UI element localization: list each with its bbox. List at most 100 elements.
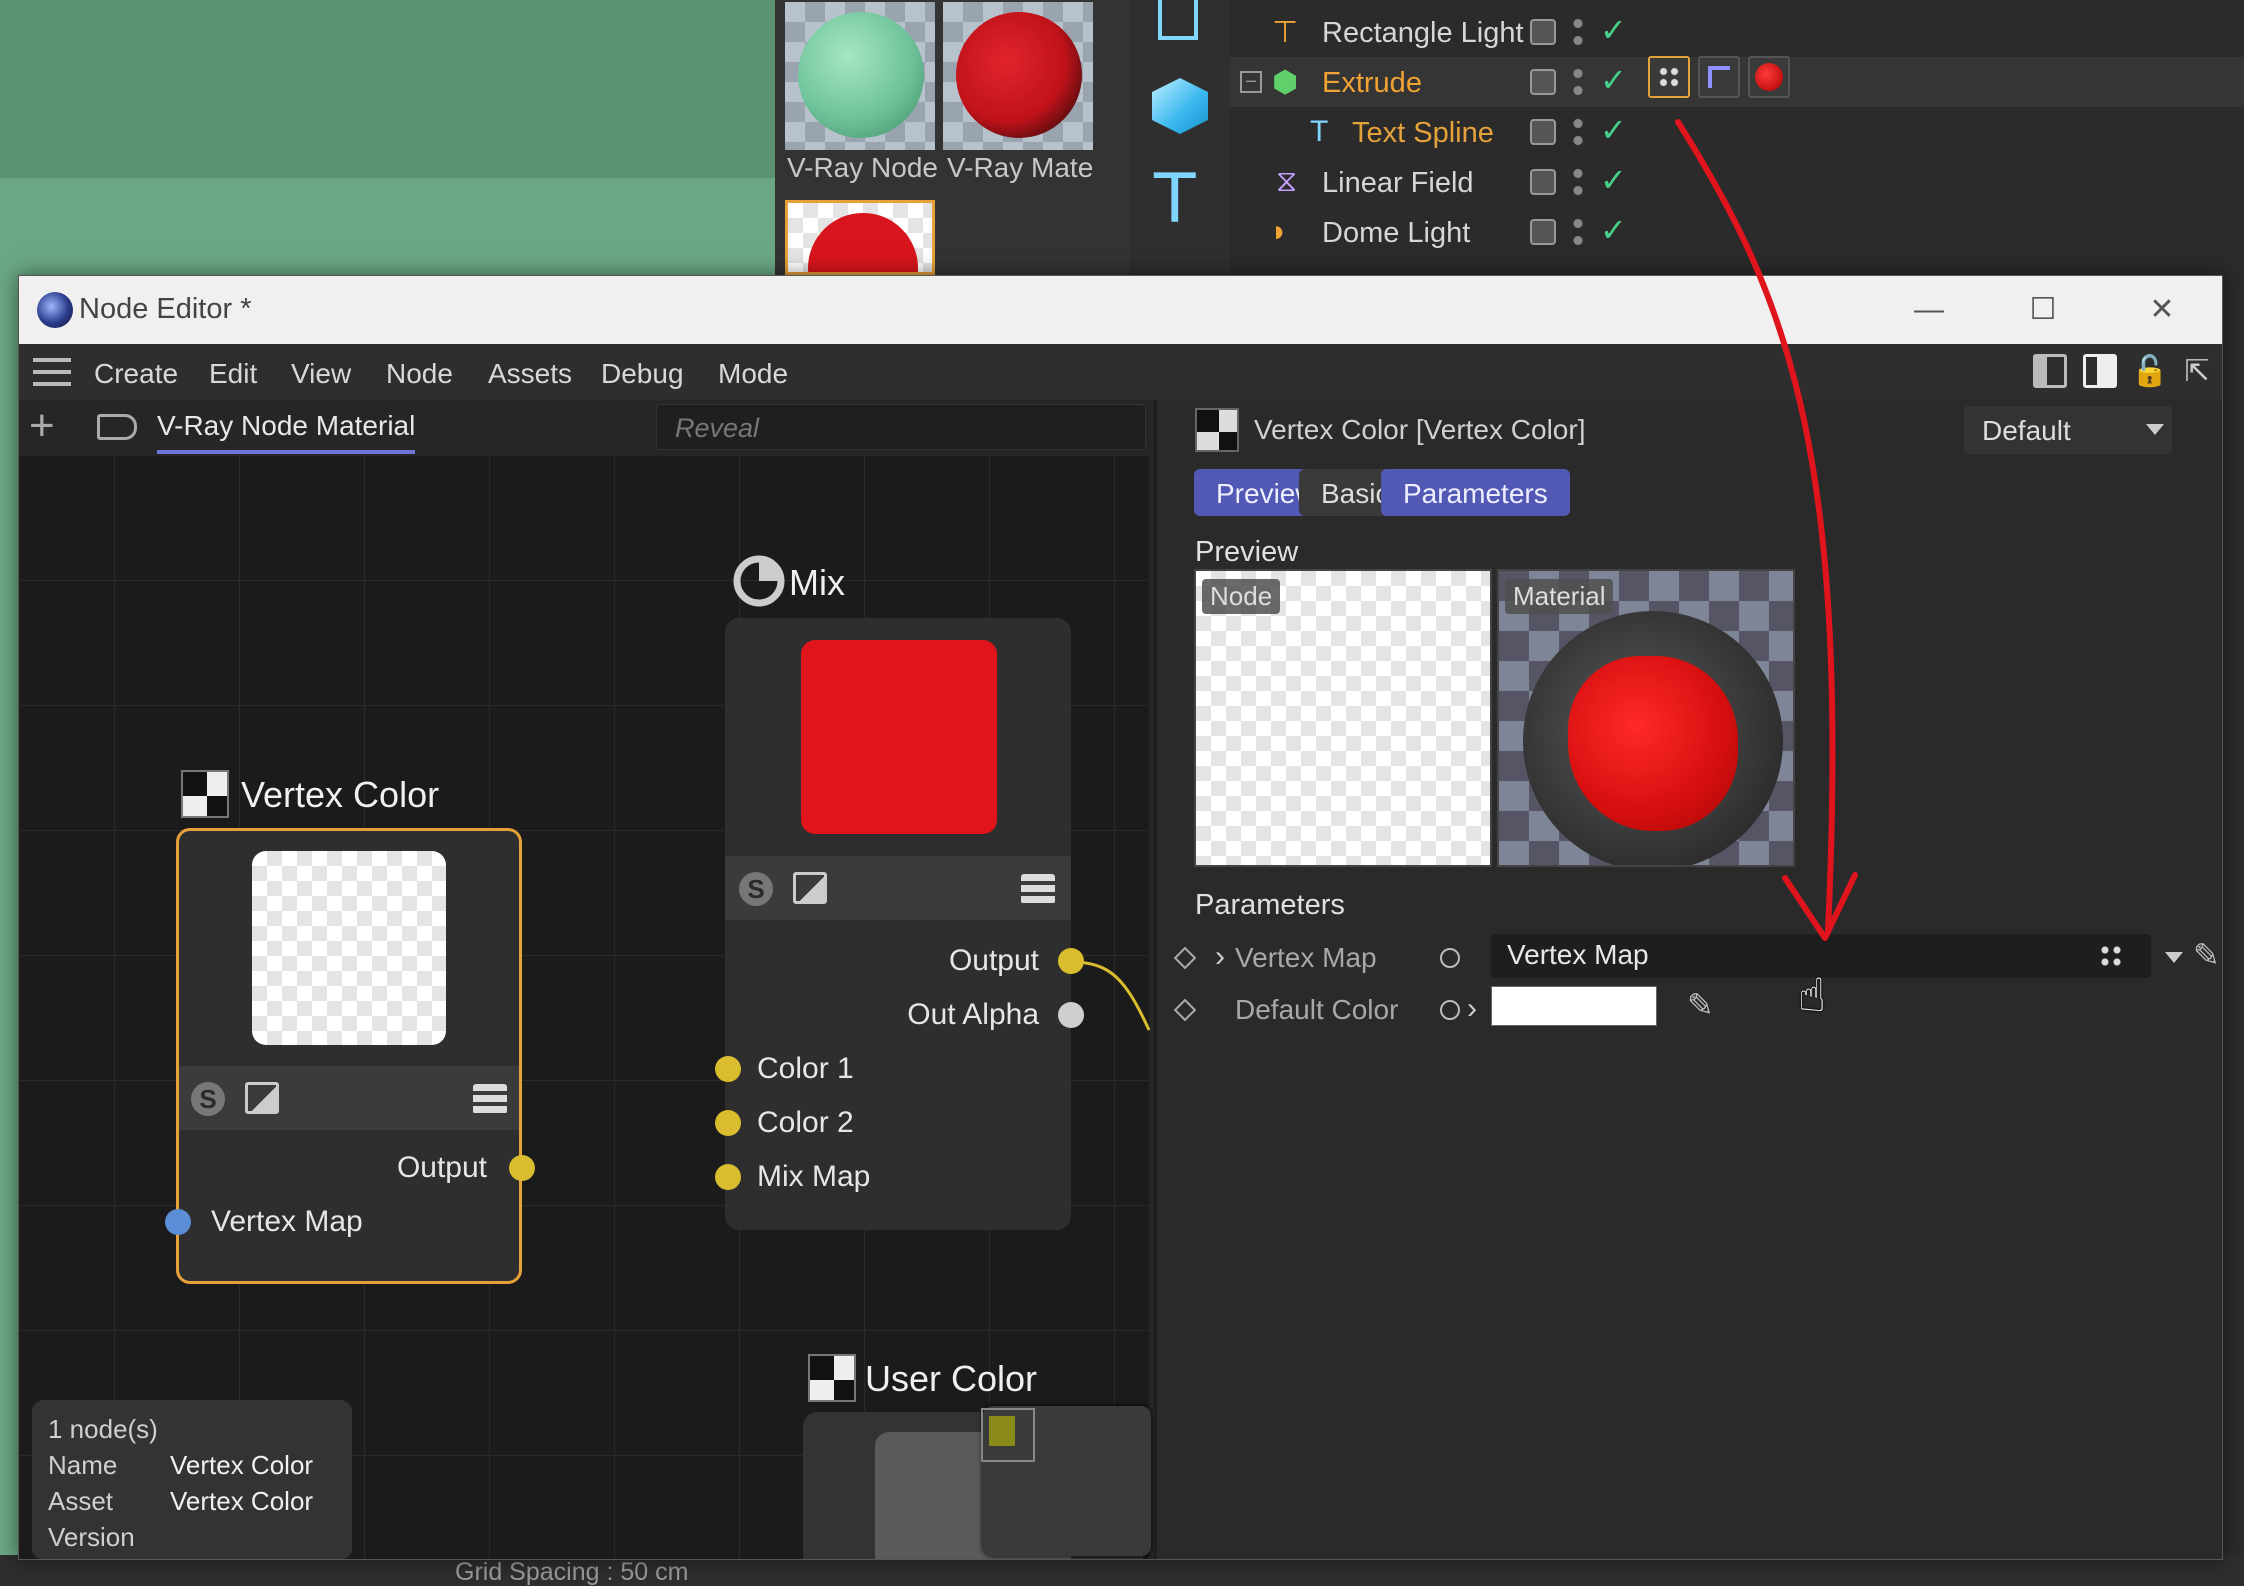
node-preview-tag: Node <box>1202 579 1281 614</box>
vertex-color-preview <box>252 851 446 1045</box>
reveal-search-input[interactable]: Reveal <box>656 404 1146 450</box>
lock-icon[interactable]: 🔓 <box>2131 354 2168 390</box>
enabled-check-icon[interactable]: ✓ <box>1600 211 1627 249</box>
node-menu-icon[interactable] <box>1021 874 1055 904</box>
phong-tag-icon[interactable] <box>1698 56 1740 98</box>
collapse-icon[interactable]: − <box>1240 71 1262 93</box>
cube-icon[interactable] <box>1152 78 1208 134</box>
menu-debug[interactable]: Debug <box>601 358 684 390</box>
mix-node-icon <box>731 553 791 613</box>
object-row[interactable]: T Text Spline ✓ <box>1230 107 2244 157</box>
port-toggle-icon[interactable] <box>1440 948 1460 968</box>
image-preview-icon[interactable] <box>245 1082 279 1114</box>
port-label-output: Output <box>396 1151 487 1184</box>
mix-map-port[interactable] <box>715 1164 741 1190</box>
keyframe-diamond-icon[interactable] <box>1173 998 1197 1022</box>
chevron-down-icon[interactable] <box>2165 952 2183 963</box>
split-layout-icon[interactable] <box>2033 354 2067 388</box>
hand-cursor-icon: ☝ <box>1798 969 1827 1021</box>
vertex-map-tag-icon[interactable] <box>1648 56 1690 98</box>
rectangle-tool-icon[interactable] <box>1158 0 1198 40</box>
open-external-icon[interactable]: ⇱ <box>2179 354 2215 390</box>
output-port[interactable] <box>509 1155 535 1181</box>
material-tag-outline-icon[interactable] <box>97 414 137 440</box>
edit-toggle-icon[interactable] <box>1530 169 1556 195</box>
eyedropper-icon[interactable]: ✎ <box>2193 936 2220 974</box>
enabled-check-icon[interactable]: ✓ <box>1600 11 1627 49</box>
node-graph-canvas[interactable]: + V-Ray Node Material Reveal Mix S Outpu… <box>19 400 1151 1559</box>
menu-edit[interactable]: Edit <box>209 358 257 390</box>
edit-toggle-icon[interactable] <box>1530 119 1556 145</box>
text-tool-icon[interactable]: T <box>1154 160 1196 239</box>
node-editor-window: Node Editor * — ☐ ✕ Create Edit View Nod… <box>18 275 2223 1560</box>
edit-toggle-icon[interactable] <box>1530 219 1556 245</box>
expand-chevron-icon[interactable]: › <box>1467 992 1477 1026</box>
edit-toggle-icon[interactable] <box>1530 19 1556 45</box>
eyedropper-icon[interactable]: ✎ <box>1687 986 1714 1024</box>
preview-section-header: Preview <box>1195 536 1299 568</box>
menu-node[interactable]: Node <box>386 358 453 390</box>
image-preview-icon[interactable] <box>793 872 827 904</box>
enabled-check-icon[interactable]: ✓ <box>1600 161 1627 199</box>
menu-assets[interactable]: Assets <box>488 358 572 390</box>
hamburger-menu-icon[interactable] <box>33 358 71 386</box>
material-sphere <box>1523 611 1783 865</box>
visibility-dots-icon[interactable] <box>1573 65 1583 99</box>
object-name: Rectangle Light <box>1322 17 1524 49</box>
edit-toggle-icon[interactable] <box>1530 69 1556 95</box>
color1-port[interactable] <box>715 1056 741 1082</box>
dome-light-icon: ◗ <box>1270 215 1289 248</box>
keyframe-diamond-icon[interactable] <box>1173 946 1197 970</box>
port-label-color2: Color 2 <box>757 1106 854 1139</box>
shader-icon[interactable]: S <box>739 872 773 906</box>
maximize-button[interactable]: ☐ <box>2018 290 2068 330</box>
preset-dropdown[interactable]: Default <box>1964 406 2172 454</box>
node-menu-icon[interactable] <box>473 1084 507 1114</box>
minimize-button[interactable]: — <box>1904 290 1954 330</box>
expand-chevron-icon[interactable]: › <box>1215 940 1225 974</box>
port-toggle-icon[interactable] <box>1440 1000 1460 1020</box>
visibility-dots-icon[interactable] <box>1573 215 1583 249</box>
vertex-color-node[interactable]: S Output Vertex Map <box>165 828 535 1284</box>
title-bar[interactable]: Node Editor * — ☐ ✕ <box>19 276 2222 344</box>
color2-port[interactable] <box>715 1110 741 1136</box>
material-ball <box>808 213 918 272</box>
add-node-icon[interactable]: + <box>29 404 55 448</box>
visibility-dots-icon[interactable] <box>1573 115 1583 149</box>
material-thumb[interactable] <box>943 2 1093 150</box>
material-tag-icon[interactable] <box>1748 56 1790 98</box>
object-row[interactable]: ⧖ Linear Field ✓ <box>1230 157 2244 207</box>
tab-parameters[interactable]: Parameters <box>1381 469 1570 516</box>
extrude-icon: ⬢ <box>1272 66 1299 99</box>
visibility-dots-icon[interactable] <box>1573 15 1583 49</box>
grid-spacing-label: Grid Spacing : 50 cm <box>455 1558 689 1586</box>
connection-wire <box>1071 960 1151 1031</box>
object-row[interactable]: ⊤ Rectangle Light ✓ <box>1230 7 2244 57</box>
vertex-map-port[interactable] <box>165 1209 191 1235</box>
mix-node[interactable]: S Output Out Alpha Color 1 Color 2 Mix M… <box>715 618 1084 1230</box>
port-label-color1: Color 1 <box>757 1052 854 1085</box>
enabled-check-icon[interactable]: ✓ <box>1600 111 1627 149</box>
user-color-node[interactable] <box>803 1406 1151 1559</box>
material-thumb[interactable] <box>785 2 935 150</box>
visibility-dots-icon[interactable] <box>1573 165 1583 199</box>
port-label-out-alpha: Out Alpha <box>907 998 1039 1031</box>
chevron-down-icon <box>2146 424 2164 435</box>
param-row-default-color: Default Color › ✎ <box>1157 986 2222 1030</box>
menu-view[interactable]: View <box>291 358 351 390</box>
menu-mode[interactable]: Mode <box>718 358 788 390</box>
menu-create[interactable]: Create <box>94 358 178 390</box>
material-thumb-selected[interactable] <box>785 200 935 275</box>
panel-layout-icon[interactable] <box>2083 354 2117 388</box>
object-row[interactable]: ◗ Dome Light ✓ <box>1230 207 2244 257</box>
material-tab[interactable]: V-Ray Node Material <box>157 410 416 454</box>
enabled-check-icon[interactable]: ✓ <box>1600 61 1627 99</box>
material-red-region <box>1568 656 1738 831</box>
linear-field-icon: ⧖ <box>1276 165 1298 198</box>
param-label: Default Color <box>1235 994 1399 1025</box>
object-name: Extrude <box>1322 67 1422 99</box>
close-button[interactable]: ✕ <box>2137 290 2187 330</box>
shader-icon[interactable]: S <box>191 1082 225 1116</box>
default-color-swatch[interactable] <box>1491 986 1657 1026</box>
viewport-background <box>0 0 775 275</box>
